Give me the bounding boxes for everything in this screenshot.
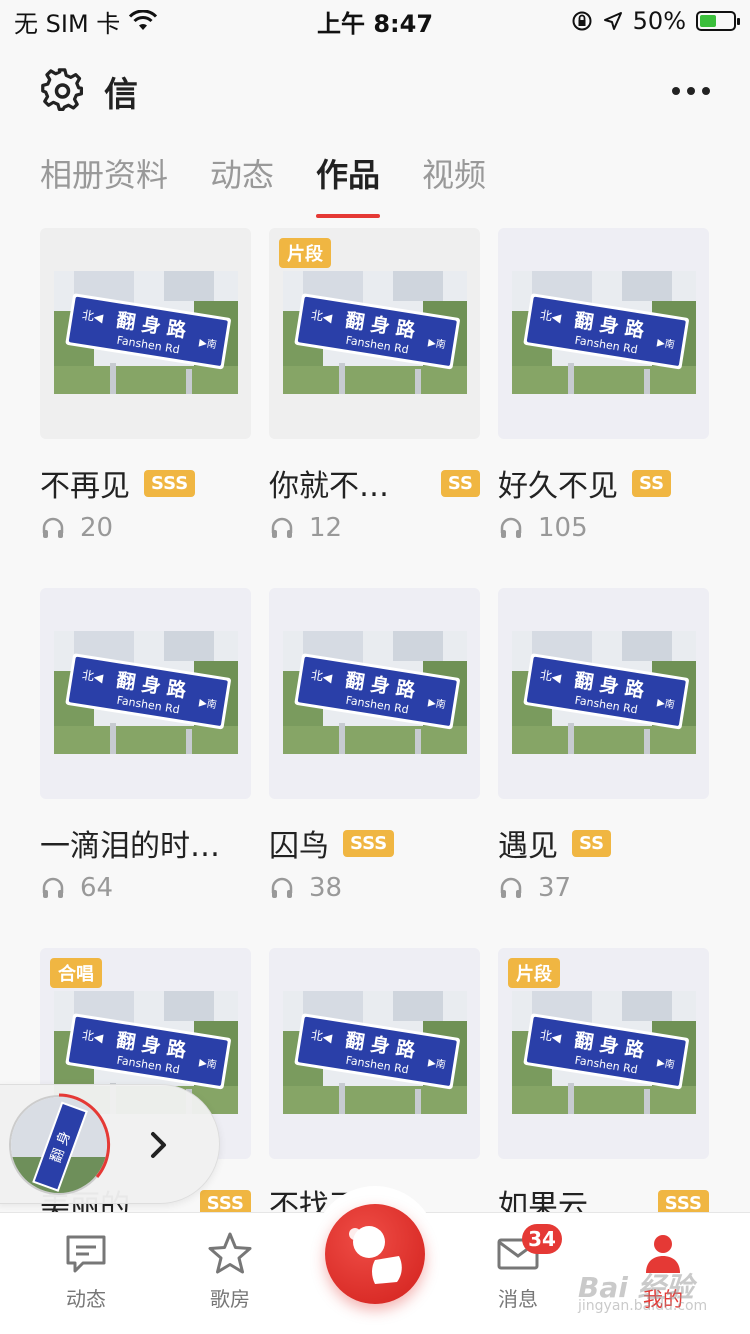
work-title: 遇见 [498,829,558,864]
work-tag: 片段 [508,958,560,988]
tab-works[interactable]: 作品 [316,150,381,218]
work-card[interactable]: 北◀ 翻 身 路 Fanshen Rd ▶南 一滴泪的时… 64 [40,588,251,948]
chevron-right-icon[interactable] [139,1125,179,1165]
status-icons: 50% [571,7,740,35]
location-icon [603,12,622,30]
more-dot-icon [702,87,710,95]
work-title: 不再见 [40,469,130,504]
work-card[interactable]: 北◀ 翻 身 路 Fanshen Rd ▶南 囚鸟 SSS 38 [269,588,480,948]
play-count-value: 105 [538,513,588,543]
work-title-row: 不再见 SSS [40,463,251,504]
headphones-icon [500,877,522,898]
headphones-icon [42,877,64,898]
work-title: 你就不… [269,469,389,504]
play-count-value: 64 [80,873,114,903]
sing-button[interactable] [325,1204,425,1304]
play-count: 12 [269,513,480,543]
work-cover[interactable]: 北◀ 翻 身 路 Fanshen Rd ▶南 [40,588,251,799]
carrier-label: 无 SIM 卡 [14,9,121,38]
watermark-url: jingyan.baidu.com [578,1298,708,1314]
work-card[interactable]: 北◀ 翻 身 路 Fanshen Rd ▶南 遇见 SS 37 [498,588,709,948]
rotation-lock-icon [572,11,592,31]
play-count-value: 37 [538,873,572,903]
street-sign-thumbnail: 北◀ 翻 身 路 Fanshen Rd ▶南 [54,271,238,394]
tabbar-item-feed[interactable]: 动态 [36,1231,136,1312]
battery-percent: 50% [632,7,686,35]
street-sign-thumbnail: 北◀ 翻 身 路 Fanshen Rd ▶南 [283,271,467,394]
work-title-row: 好久不见 SS [498,463,709,504]
play-count: 64 [40,873,251,903]
work-card[interactable]: 北◀ 翻 身 路 Fanshen Rd ▶南 好久不见 SS 105 [498,228,709,588]
work-card[interactable]: 北◀ 翻 身 路 Fanshen Rd ▶南 片段 你就不… SS 12 [269,228,480,588]
tab-album[interactable]: 相册资料 [40,150,168,218]
work-title-row: 你就不… SS [269,463,480,504]
headphones-icon [271,877,293,898]
tabbar-label: 消息 [498,1287,538,1311]
tabbar-item-karaoke-room[interactable]: 歌房 [180,1231,280,1312]
street-sign-thumbnail: 北◀ 翻 身 路 Fanshen Rd ▶南 [512,631,696,754]
wifi-icon [129,10,158,30]
grade-badge: SS [632,469,672,497]
profile-tabs: 相册资料 动态 作品 视频 [40,150,486,218]
profile-name: 信 [104,74,138,115]
work-title-row: 一滴泪的时… [40,823,251,864]
work-cover[interactable]: 北◀ 翻 身 路 Fanshen Rd ▶南 [498,228,709,439]
grade-badge: SSS [144,469,196,497]
status-bar: 无 SIM 卡 上午 8:47 50% [0,0,750,42]
grade-badge: SS [440,469,480,497]
play-count: 37 [498,873,709,903]
work-title: 囚鸟 [269,829,329,864]
tabbar-label: 歌房 [210,1287,250,1311]
work-cover[interactable]: 北◀ 翻 身 路 Fanshen Rd ▶南 [40,228,251,439]
grade-badge: SSS [343,829,395,857]
play-count-value: 12 [309,513,343,543]
work-cover[interactable]: 北◀ 翻 身 路 Fanshen Rd ▶南 片段 [498,948,709,1159]
battery-icon [696,11,740,31]
microphone-singer-icon [349,1226,402,1284]
star-icon [208,1232,252,1274]
headphones-icon [42,517,64,538]
street-sign-thumbnail: 北◀ 翻 身 路 Fanshen Rd ▶南 [512,991,696,1114]
street-sign-thumbnail: 北◀ 翻 身 路 Fanshen Rd ▶南 [512,271,696,394]
work-tag: 合唱 [50,958,102,988]
more-dot-icon [672,87,680,95]
play-count: 20 [40,513,251,543]
tabbar-label: 动态 [66,1287,106,1311]
more-dot-icon [687,87,695,95]
gear-icon[interactable] [40,68,86,114]
work-title-row: 囚鸟 SSS [269,823,480,864]
profile-header: 信 [40,58,710,124]
tab-feed[interactable]: 动态 [210,150,274,218]
work-card[interactable]: 北◀ 翻 身 路 Fanshen Rd ▶南 不再见 SSS 20 [40,228,251,588]
work-title: 好久不见 [498,469,618,504]
headphones-icon [500,517,522,538]
messages-unread-badge: 34 [522,1224,562,1254]
street-sign-thumbnail: 北◀ 翻 身 路 Fanshen Rd ▶南 [283,991,467,1114]
work-cover[interactable]: 北◀ 翻 身 路 Fanshen Rd ▶南 [269,948,480,1159]
work-cover[interactable]: 北◀ 翻 身 路 Fanshen Rd ▶南 [269,588,480,799]
play-count: 105 [498,513,709,543]
street-sign-thumbnail: 北◀ 翻 身 路 Fanshen Rd ▶南 [54,631,238,754]
work-cover[interactable]: 北◀ 翻 身 路 Fanshen Rd ▶南 片段 [269,228,480,439]
play-count-value: 38 [309,873,343,903]
street-sign-thumbnail: 北◀ 翻 身 路 Fanshen Rd ▶南 [283,631,467,754]
work-title-row: 遇见 SS [498,823,709,864]
work-cover[interactable]: 北◀ 翻 身 路 Fanshen Rd ▶南 [498,588,709,799]
more-options-button[interactable] [672,87,710,95]
grade-badge: SS [572,829,612,857]
work-title: 一滴泪的时… [40,829,220,864]
headphones-icon [271,517,293,538]
chat-icon [66,1235,106,1273]
carrier-group: 无 SIM 卡 [14,4,158,39]
play-count-value: 20 [80,513,114,543]
playback-progress-ring [58,1093,111,1178]
mini-player[interactable]: 翻 身 [0,1084,220,1204]
tab-videos[interactable]: 视频 [422,150,486,218]
play-count: 38 [269,873,480,903]
work-tag: 片段 [279,238,331,268]
